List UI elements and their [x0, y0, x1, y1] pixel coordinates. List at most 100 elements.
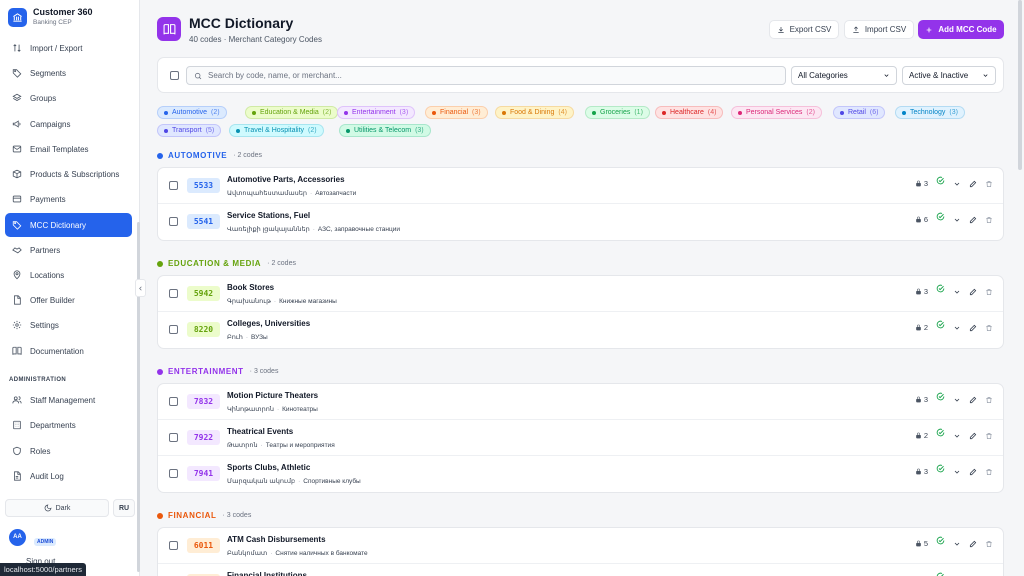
edit-icon[interactable] — [969, 216, 977, 224]
chip-education-media[interactable]: Education & Media (2) — [245, 106, 339, 119]
chevron-down-icon[interactable] — [953, 216, 961, 224]
chip-travel-hospitality[interactable]: Travel & Hospitality (2) — [229, 124, 324, 137]
brand[interactable]: Customer 360 Banking CEP — [0, 0, 139, 34]
active-check-icon[interactable] — [936, 212, 945, 221]
active-check-icon[interactable] — [936, 320, 945, 329]
sidebar-item-audit-log[interactable]: Audit Log — [5, 464, 132, 488]
trash-icon[interactable] — [985, 216, 993, 224]
gear-icon — [12, 320, 22, 330]
active-check-icon[interactable] — [936, 284, 945, 293]
row-checkbox[interactable] — [169, 397, 178, 406]
edit-icon[interactable] — [969, 324, 977, 332]
chip-utilities-telecom[interactable]: Utilities & Telecom (3) — [339, 124, 431, 137]
search-input[interactable]: Search by code, name, or merchant... — [186, 66, 786, 85]
row-checkbox[interactable] — [169, 541, 178, 550]
trash-icon[interactable] — [985, 540, 993, 548]
user-profile[interactable]: AA ADMIN — [9, 528, 57, 546]
table-row[interactable]: 6011 ATM Cash Disbursements Բանկոմատ · Сняти… — [158, 528, 1003, 564]
row-checkbox[interactable] — [169, 181, 178, 190]
language-button[interactable]: RU — [113, 499, 135, 517]
active-check-icon[interactable] — [936, 428, 945, 437]
trash-icon[interactable] — [985, 432, 993, 440]
chevron-down-icon[interactable] — [953, 180, 961, 188]
dark-mode-toggle[interactable]: Dark — [5, 499, 109, 517]
table-row[interactable]: 5541 Service Stations, Fuel Վառելիքի լցակա… — [158, 204, 1003, 240]
trash-icon[interactable] — [985, 180, 993, 188]
sidebar-item-campaigns[interactable]: Campaigns — [5, 112, 132, 136]
sidebar-item-payments[interactable]: Payments — [5, 187, 132, 211]
edit-icon[interactable] — [969, 540, 977, 548]
category-select[interactable]: All Categories — [791, 66, 897, 85]
sort-arrows-icon — [13, 44, 21, 52]
trash-icon[interactable] — [985, 288, 993, 296]
sidebar-item-partners[interactable]: Partners — [5, 238, 132, 262]
status-select[interactable]: Active & Inactive — [902, 66, 996, 85]
sidebar-item-mcc-dictionary[interactable]: MCC Dictionary — [5, 213, 132, 237]
sidebar-item-documentation[interactable]: Documentation — [5, 339, 132, 363]
add-mcc-code-button[interactable]: Add MCC Code — [918, 20, 1004, 39]
table-row[interactable]: 8220 Colleges, Universities Բուհ · ВУЗы 2 — [158, 312, 1003, 348]
trash-icon[interactable] — [985, 324, 993, 332]
edit-icon[interactable] — [969, 288, 977, 296]
chevron-down-icon[interactable] — [953, 432, 961, 440]
chip-entertainment[interactable]: Entertainment (3) — [337, 106, 416, 119]
group-count-value: 2 codes — [271, 260, 296, 267]
row-checkbox[interactable] — [169, 289, 178, 298]
edit-icon[interactable] — [969, 432, 977, 440]
trash-icon[interactable] — [985, 396, 993, 404]
chevron-down-icon[interactable] — [953, 324, 961, 332]
active-check-icon[interactable] — [936, 464, 945, 473]
table-row[interactable]: 7832 Motion Picture Theaters Կինոթատրոն · Ки… — [158, 384, 1003, 420]
table-row[interactable]: 6012Financial InstitutionsՖինանսական հաս… — [158, 564, 1003, 576]
sidebar-item-groups[interactable]: Groups — [5, 86, 132, 110]
table-row[interactable]: 5533 Automotive Parts, Accessories Ավտոպահ… — [158, 168, 1003, 204]
chevron-down-icon[interactable] — [953, 396, 961, 404]
edit-icon[interactable] — [969, 180, 977, 188]
table-row[interactable]: 7922 Theatrical Events Թատրոն · Театры и мер… — [158, 420, 1003, 456]
main-scrollbar[interactable] — [1018, 0, 1022, 170]
chip-retail[interactable]: Retail (6) — [833, 106, 886, 119]
select-all-checkbox[interactable] — [170, 71, 179, 80]
edit-icon[interactable] — [969, 468, 977, 476]
sidebar-item-staff-management[interactable]: Staff Management — [5, 388, 132, 412]
chip-healthcare[interactable]: Healthcare (4) — [655, 106, 724, 119]
sidebar-item-import-export[interactable]: Import / Export — [5, 36, 132, 60]
chevron-down-icon[interactable] — [953, 288, 961, 296]
sidebar-item-roles[interactable]: Roles — [5, 439, 132, 463]
active-check-icon[interactable] — [936, 176, 945, 185]
trash-icon[interactable] — [985, 468, 993, 476]
active-check-icon[interactable] — [936, 572, 945, 576]
chip-technology[interactable]: Technology (3) — [895, 106, 965, 119]
sidebar-scrollbar[interactable] — [137, 222, 140, 572]
chip-personal-services[interactable]: Personal Services (2) — [731, 106, 822, 119]
sidebar-item-offer-builder[interactable]: Offer Builder — [5, 288, 132, 312]
chip-transport[interactable]: Transport (5) — [157, 124, 222, 137]
edit-icon[interactable] — [969, 396, 977, 404]
table-row[interactable]: 5942 Book Stores Գրախանութ · Книжные магазин… — [158, 276, 1003, 312]
active-check-icon[interactable] — [936, 536, 945, 545]
row-checkbox[interactable] — [169, 469, 178, 478]
export-csv-button[interactable]: Export CSV — [769, 20, 839, 39]
row-checkbox[interactable] — [169, 217, 178, 226]
import-csv-button[interactable]: Import CSV — [844, 20, 914, 39]
chip-groceries[interactable]: Groceries (1) — [585, 106, 650, 119]
row-checkbox[interactable] — [169, 325, 178, 334]
collapse-sidebar-button[interactable] — [135, 279, 146, 297]
chevron-down-icon[interactable] — [953, 540, 961, 548]
chip-automotive[interactable]: Automotive (2) — [157, 106, 227, 119]
row-checkbox[interactable] — [169, 433, 178, 442]
chip-food-dining[interactable]: Food & Dining (4) — [495, 106, 574, 119]
sidebar-item-email-templates[interactable]: Email Templates — [5, 137, 132, 161]
sidebar-item-settings[interactable]: Settings — [5, 313, 132, 337]
mcc-code-badge: 6011 — [187, 538, 220, 553]
chip-financial[interactable]: Financial (3) — [425, 106, 488, 119]
active-check-icon[interactable] — [936, 392, 945, 401]
sidebar-item-locations[interactable]: Locations — [5, 263, 132, 287]
table-row[interactable]: 7941 Sports Clubs, Athletic Մարզական ակում… — [158, 456, 1003, 492]
sidebar-item-segments[interactable]: Segments — [5, 61, 132, 85]
sidebar-item-departments[interactable]: Departments — [5, 413, 132, 437]
chevron-down-icon[interactable] — [953, 468, 961, 476]
tag-icon — [12, 69, 22, 78]
chip-label: Financial — [440, 109, 469, 116]
sidebar-item-products-subscriptions[interactable]: Products & Subscriptions — [5, 162, 132, 186]
